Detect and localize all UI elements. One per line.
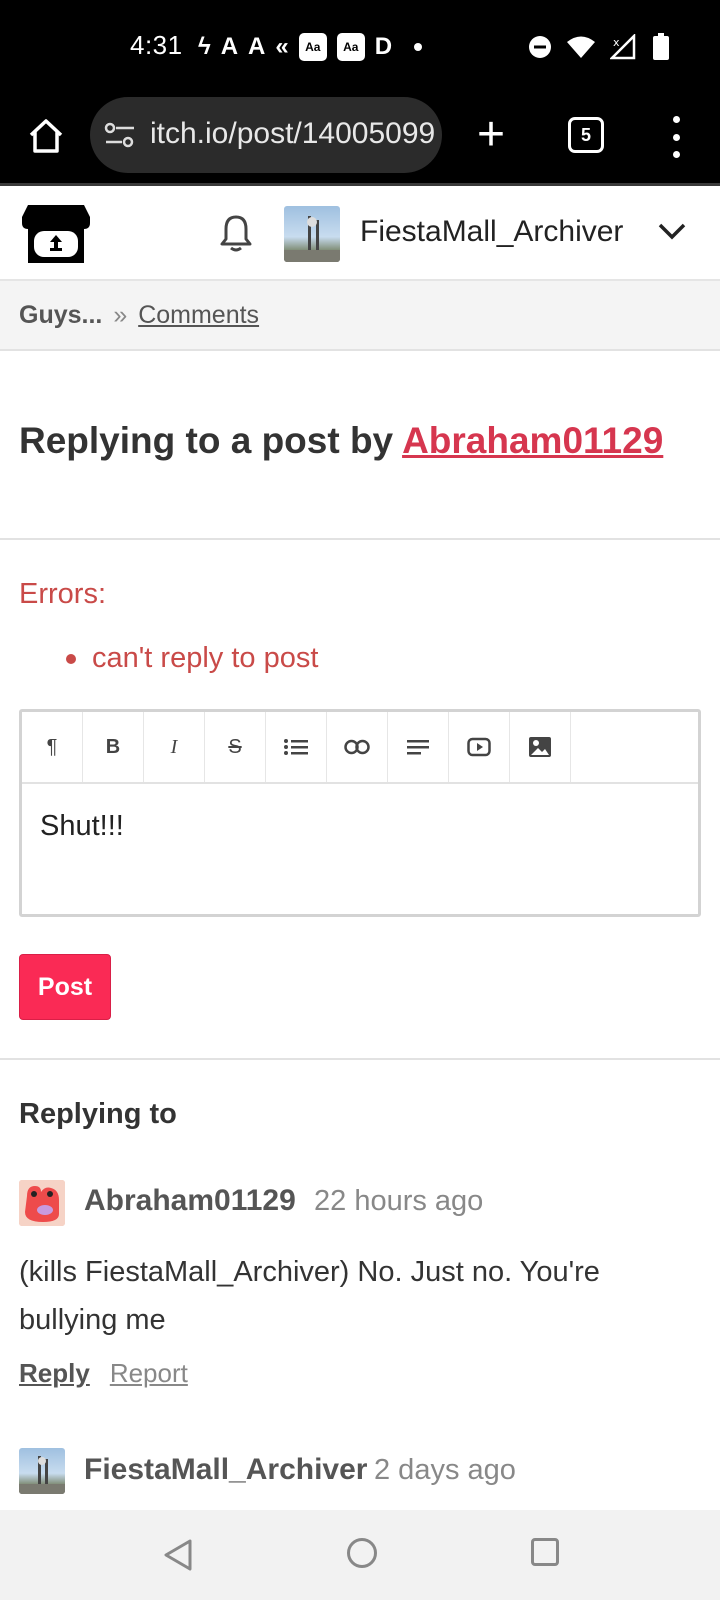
wifi-icon bbox=[567, 36, 595, 58]
video-icon[interactable] bbox=[449, 712, 510, 782]
divider bbox=[0, 1058, 720, 1060]
list-icon-svg bbox=[284, 739, 308, 755]
d-icon: D bbox=[374, 33, 393, 60]
post-button[interactable]: Post bbox=[19, 954, 111, 1020]
comment-avatar[interactable] bbox=[19, 1448, 65, 1494]
editor-text-area[interactable]: Shut!!! bbox=[40, 810, 124, 843]
new-tab-button[interactable]: + bbox=[466, 110, 516, 160]
home-nav-icon[interactable] bbox=[347, 1538, 377, 1568]
notification-icons: ϟ A A « Aa Aa D bbox=[198, 30, 423, 64]
site-header: FiestaMall_Archiver bbox=[0, 189, 720, 281]
comment-avatar[interactable] bbox=[19, 1180, 65, 1226]
flash-icon: ϟ bbox=[198, 33, 211, 60]
editor-toolbar: ¶ B I S bbox=[22, 712, 698, 784]
list-icon[interactable] bbox=[266, 712, 327, 782]
home-button[interactable] bbox=[24, 114, 68, 158]
image-icon[interactable] bbox=[510, 712, 571, 782]
report-link[interactable]: Report bbox=[110, 1358, 188, 1389]
breadcrumb-comments-link[interactable]: Comments bbox=[138, 301, 259, 329]
comment-username[interactable]: FiestaMall_Archiver bbox=[84, 1453, 367, 1487]
error-item: can't reply to post bbox=[66, 642, 318, 675]
bold-icon[interactable]: B bbox=[83, 712, 144, 782]
replying-to-heading: Replying to bbox=[19, 1098, 177, 1130]
more-notifications-icon bbox=[414, 43, 423, 51]
itchio-logo-icon[interactable] bbox=[20, 201, 92, 267]
user-avatar[interactable] bbox=[284, 206, 340, 262]
strikethrough-icon[interactable]: S bbox=[205, 712, 266, 782]
divider bbox=[0, 538, 720, 540]
post-author-link[interactable]: Abraham01129 bbox=[402, 420, 663, 461]
comment-username[interactable]: Abraham01129 bbox=[84, 1184, 296, 1218]
reply-link[interactable]: Reply bbox=[19, 1358, 90, 1389]
system-icons: x bbox=[528, 30, 670, 64]
url-text[interactable]: itch.io/post/14005099 bbox=[150, 117, 435, 151]
dnd-icon bbox=[529, 36, 551, 58]
link-icon-svg bbox=[344, 739, 370, 755]
avatar-image bbox=[284, 216, 340, 262]
system-navigation-bar bbox=[0, 1510, 720, 1600]
notifications-bell-icon[interactable] bbox=[218, 213, 254, 253]
recents-icon[interactable] bbox=[531, 1538, 559, 1566]
error-text: can't reply to post bbox=[92, 642, 319, 674]
chevron-down-icon[interactable] bbox=[656, 219, 688, 243]
page-title-prefix: Replying to a post by bbox=[19, 420, 394, 461]
double-chevron-icon: « bbox=[275, 33, 289, 60]
paragraph-icon[interactable]: ¶ bbox=[22, 712, 83, 782]
tab-switcher-button[interactable]: 5 bbox=[568, 117, 604, 153]
status-bar: 4:31 ϟ A A « Aa Aa D x bbox=[0, 0, 720, 94]
a-icon: A bbox=[220, 33, 239, 60]
comment-actions: Reply Report bbox=[19, 1358, 188, 1389]
translate-icon: Aa bbox=[336, 33, 365, 61]
errors-label: Errors: bbox=[19, 578, 106, 610]
translate-icon: Aa bbox=[298, 33, 327, 61]
site-settings-icon[interactable] bbox=[104, 121, 136, 149]
svg-text:x: x bbox=[613, 36, 620, 49]
home-icon bbox=[29, 119, 63, 153]
header-username[interactable]: FiestaMall_Archiver bbox=[360, 215, 623, 249]
frog-avatar-image bbox=[19, 1180, 65, 1226]
comment-timestamp[interactable]: 22 hours ago bbox=[314, 1185, 483, 1218]
align-icon-svg bbox=[407, 740, 429, 755]
image-icon-svg bbox=[529, 737, 551, 757]
mall-avatar-image bbox=[19, 1456, 65, 1494]
browser-toolbar: itch.io/post/14005099 + 5 bbox=[0, 94, 720, 186]
breadcrumb-post[interactable]: Guys... bbox=[19, 301, 102, 329]
back-icon[interactable] bbox=[162, 1538, 194, 1572]
breadcrumb: Guys... » Comments bbox=[0, 281, 720, 351]
address-bar[interactable]: itch.io/post/14005099 bbox=[90, 97, 442, 173]
align-icon[interactable] bbox=[388, 712, 449, 782]
bullet bbox=[66, 653, 76, 664]
video-icon-svg bbox=[467, 737, 491, 757]
status-time: 4:31 bbox=[130, 30, 183, 60]
comment-timestamp[interactable]: 2 days ago bbox=[374, 1454, 516, 1487]
comment-body: (kills FiestaMall_Archiver) No. Just no.… bbox=[19, 1256, 600, 1336]
italic-icon[interactable]: I bbox=[144, 712, 205, 782]
battery-icon bbox=[653, 33, 669, 60]
a-icon: A bbox=[248, 33, 266, 60]
page-title: Replying to a post by Abraham01129 bbox=[19, 420, 663, 462]
signal-icon: x bbox=[610, 34, 636, 60]
link-icon[interactable] bbox=[327, 712, 388, 782]
browser-menu-button[interactable] bbox=[662, 112, 690, 162]
breadcrumb-separator: » bbox=[113, 301, 128, 329]
reply-editor: ¶ B I S Shut!!! bbox=[19, 709, 701, 917]
